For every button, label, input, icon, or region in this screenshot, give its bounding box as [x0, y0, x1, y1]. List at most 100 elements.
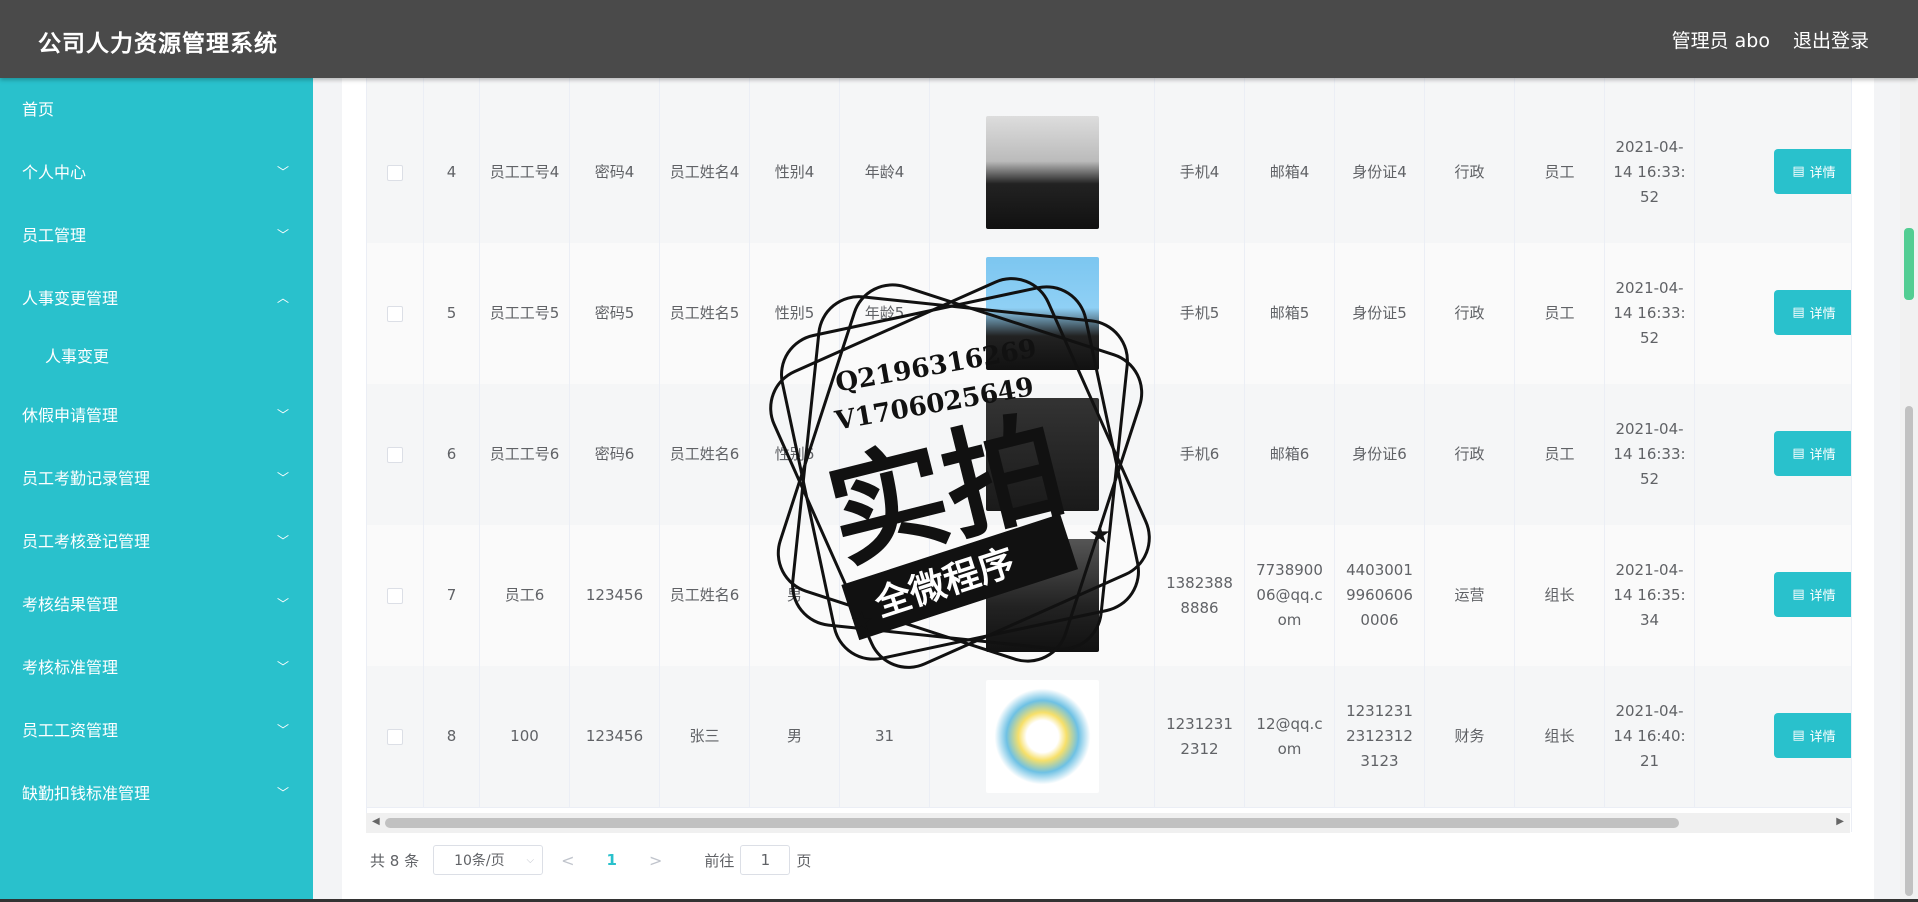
cell-emp-no: 员工工号5 [480, 243, 570, 384]
sidebar-item-salary-management[interactable]: 员工工资管理 ﹀ [0, 699, 313, 762]
scrollbar-thumb[interactable] [385, 818, 1679, 828]
detail-label: 详情 [1809, 166, 1836, 181]
sidebar-item-personnel-change-management[interactable]: 人事变更管理 ︿ [0, 267, 313, 330]
row-checkbox[interactable] [387, 164, 403, 181]
row-checkbox[interactable] [387, 587, 403, 604]
cell-phone: 12312312312 [1155, 666, 1245, 807]
cell-age: 年龄5 [840, 243, 930, 384]
cell-position: 员工 [1515, 384, 1605, 525]
sidebar-item-label: 员工考勤记录管理 [22, 469, 151, 488]
cell-password: 123456 [570, 666, 660, 807]
page-size-select[interactable]: 10条/页 ⌵ [433, 845, 544, 875]
row-select-cell [367, 243, 424, 384]
sidebar-item-label: 休假申请管理 [22, 406, 119, 425]
sidebar-item-home[interactable]: 首页 [0, 78, 313, 141]
row-checkbox[interactable] [387, 446, 403, 463]
row-checkbox[interactable] [387, 305, 403, 322]
cell-phone: 手机4 [1155, 102, 1245, 243]
cell-phone: 手机6 [1155, 384, 1245, 525]
logout-link[interactable]: 退出登录 [1793, 26, 1869, 53]
chevron-down-icon: ﹀ [276, 408, 289, 422]
scrollbar-thumb[interactable] [1905, 406, 1913, 896]
cell-emp-no: 员工工号4 [480, 102, 570, 243]
detail-label: 详情 [1809, 730, 1836, 745]
cell-name: 员工姓名6 [660, 525, 750, 666]
cell-age [840, 384, 930, 525]
scroll-left-icon[interactable]: ◀ [372, 816, 380, 827]
cell-email: 邮箱6 [1245, 384, 1335, 525]
detail-button[interactable]: ▤ 详情 [1774, 431, 1851, 476]
row-select-cell [367, 102, 424, 243]
cell-position: 组长 [1515, 666, 1605, 807]
goto-page-value: 1 [760, 851, 771, 869]
table-row: 4 员工工号4 密码4 员工姓名4 性别4 年龄4 手机4 邮箱4 身份证4 行政 员工 2021-0… [367, 102, 1851, 244]
cell-email: 邮箱5 [1245, 243, 1335, 384]
cell-id-card: 身份证5 [1335, 243, 1425, 384]
sidebar-item-leave-management[interactable]: 休假申请管理 ﹀ [0, 384, 313, 447]
chevron-up-icon: ︿ [276, 291, 289, 305]
cell-name: 张三 [660, 666, 750, 807]
cell-time: 2021-04-14 16:33:52 [1605, 384, 1695, 525]
cell-gender: 男 [750, 525, 840, 666]
sidebar-item-attendance-management[interactable]: 员工考勤记录管理 ﹀ [0, 447, 313, 510]
chevron-down-icon: ﹀ [276, 786, 289, 800]
sidebar-item-personal-center[interactable]: 个人中心 ﹀ [0, 141, 313, 204]
page-size-value: 10条/页 [454, 853, 505, 869]
cell-time: 2021-04-14 16:33:52 [1605, 243, 1695, 384]
sidebar-item-label: 首页 [22, 100, 55, 119]
cell-age: 年龄4 [840, 102, 930, 243]
cell-emp-no: 100 [480, 666, 570, 807]
next-page-button[interactable]: > [649, 851, 662, 870]
scroll-right-icon[interactable]: ▶ [1836, 816, 1844, 827]
main-content: 4 员工工号4 密码4 员工姓名4 性别4 年龄4 手机4 邮箱4 身份证4 行政 员工 2021-0… [342, 78, 1874, 902]
detail-label: 详情 [1809, 307, 1836, 322]
goto-page-input[interactable]: 1 [740, 845, 791, 875]
detail-button[interactable]: ▤ 详情 [1774, 290, 1851, 335]
current-user: 管理员 abo [1671, 30, 1770, 52]
document-icon: ▤ [1792, 728, 1805, 743]
sidebar-item-label: 个人中心 [22, 163, 87, 182]
pagination: 共 8 条 10条/页 ⌵ < 1 > 前往 1 页 [370, 845, 811, 875]
sidebar-item-absence-deduction[interactable]: 缺勤扣钱标准管理 ﹀ [0, 762, 313, 825]
document-icon: ▤ [1792, 164, 1805, 179]
vertical-scrollbar[interactable] [1900, 78, 1918, 902]
cell-dept: 运营 [1425, 525, 1515, 666]
cell-email: 773890006@qq.com [1245, 525, 1335, 666]
cell-gender: 性别6 [750, 384, 840, 525]
sidebar-item-employee-management[interactable]: 员工管理 ﹀ [0, 204, 313, 267]
app-title: 公司人力资源管理系统 [38, 31, 278, 57]
cell-email: 邮箱4 [1245, 102, 1335, 243]
detail-button[interactable]: ▤ 详情 [1774, 713, 1851, 758]
cell-emp-no: 员工6 [480, 525, 570, 666]
row-checkbox[interactable] [387, 728, 403, 745]
cell-name: 员工姓名5 [660, 243, 750, 384]
cell-index: 5 [424, 243, 480, 384]
detail-label: 详情 [1809, 589, 1836, 604]
cell-dept: 行政 [1425, 243, 1515, 384]
detail-button[interactable]: ▤ 详情 [1774, 149, 1851, 194]
sidebar-item-assessment-standards[interactable]: 考核标准管理 ﹀ [0, 636, 313, 699]
sidebar-subitem-personnel-change[interactable]: 人事变更 [0, 330, 313, 384]
chevron-down-icon: ﹀ [276, 228, 289, 242]
top-header: 公司人力资源管理系统 管理员 abo 退出登录 [0, 0, 1918, 78]
sidebar-item-assessment-results[interactable]: 考核结果管理 ﹀ [0, 573, 313, 636]
page-number[interactable]: 1 [607, 851, 617, 869]
horizontal-scrollbar[interactable]: ◀ ▶ [366, 813, 1850, 833]
employee-photo [985, 398, 1099, 511]
sidebar-item-label: 考核结果管理 [22, 595, 119, 614]
goto-label: 前往 [704, 851, 735, 870]
cell-name: 员工姓名4 [660, 102, 750, 243]
detail-button[interactable]: ▤ 详情 [1774, 572, 1851, 617]
prev-page-button[interactable]: < [561, 851, 574, 870]
chevron-down-icon: ﹀ [276, 660, 289, 674]
scroll-indicator [1904, 228, 1914, 300]
photo-cell [930, 666, 1155, 807]
cell-index: 8 [424, 666, 480, 807]
sidebar-item-assessment-registration[interactable]: 员工考核登记管理 ﹀ [0, 510, 313, 573]
cell-password: 123456 [570, 525, 660, 666]
employee-photo [985, 116, 1099, 229]
cell-index: 7 [424, 525, 480, 666]
total-count: 共 8 条 [370, 851, 420, 870]
cell-gender: 男 [750, 666, 840, 807]
cell-index: 6 [424, 384, 480, 525]
